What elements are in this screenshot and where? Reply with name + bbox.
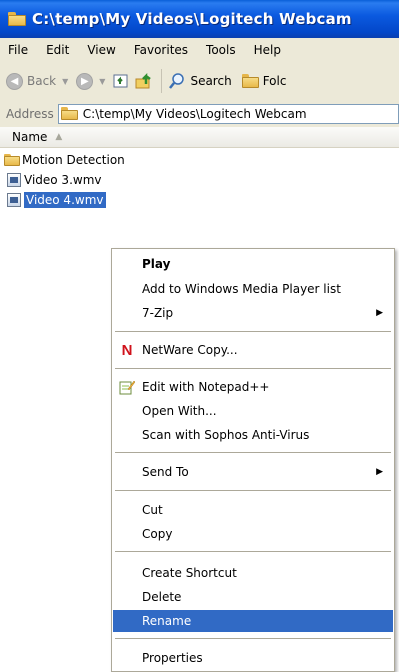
menu-help[interactable]: Help: [245, 43, 290, 57]
menu-item-7zip[interactable]: 7-Zip ▶: [113, 302, 393, 324]
menu-item-label: NetWare Copy...: [142, 343, 238, 357]
toolbar: ◀ Back ▼ ▶ ▼ Search Folc: [0, 62, 399, 101]
back-label: Back: [27, 74, 57, 88]
context-menu: Play Add to Windows Media Player list 7-…: [111, 248, 395, 672]
folder-up-arrow-button[interactable]: [135, 72, 153, 90]
menu-item-label: 7-Zip: [142, 306, 174, 320]
menu-item-label: Cut: [142, 503, 163, 517]
menu-item-play[interactable]: Play: [113, 253, 393, 275]
list-item[interactable]: Video 3.wmv: [0, 170, 399, 190]
search-button[interactable]: Search: [168, 72, 232, 90]
menu-item-label: Scan with Sophos Anti-Virus: [142, 428, 310, 442]
menu-item-label: Properties: [142, 651, 203, 665]
menu-separator: [115, 551, 391, 552]
folders-icon: [241, 74, 259, 88]
file-name: Video 3.wmv: [24, 173, 102, 187]
search-label: Search: [190, 74, 232, 88]
title-bar[interactable]: C:\temp\My Videos\Logitech Webcam: [0, 0, 399, 38]
menu-item-cut[interactable]: Cut: [113, 499, 393, 521]
menu-item-label: Send To: [142, 465, 189, 479]
menu-item-label: Delete: [142, 590, 182, 604]
menu-item-send-to[interactable]: Send To ▶: [113, 461, 393, 483]
back-dropdown-icon[interactable]: ▼: [62, 77, 68, 86]
column-header: Name ▲: [0, 127, 399, 148]
window-title: C:\temp\My Videos\Logitech Webcam: [32, 10, 352, 28]
list-item[interactable]: Motion Detection: [0, 150, 399, 170]
submenu-arrow-icon: ▶: [376, 308, 383, 318]
file-name: Motion Detection: [22, 153, 125, 167]
folder-icon: [4, 153, 20, 167]
menu-item-label: Copy: [142, 527, 173, 541]
address-label: Address: [6, 106, 54, 121]
menu-item-scan-sophos[interactable]: Scan with Sophos Anti-Virus: [113, 424, 393, 446]
netware-icon: N: [121, 341, 133, 359]
menu-bar: File Edit View Favorites Tools Help: [0, 38, 399, 63]
menu-tools[interactable]: Tools: [197, 43, 245, 57]
toolbar-separator: [161, 69, 163, 93]
menu-item-rename[interactable]: Rename: [113, 610, 393, 632]
menu-file[interactable]: File: [0, 43, 37, 57]
video-file-icon: [7, 193, 21, 207]
folder-icon: [60, 107, 78, 120]
address-input[interactable]: C:\temp\My Videos\Logitech Webcam: [57, 103, 399, 124]
menu-separator: [115, 638, 391, 639]
menu-item-delete[interactable]: Delete: [113, 586, 393, 608]
menu-item-label: Add to Windows Media Player list: [142, 282, 341, 296]
sort-ascending-icon: ▲: [55, 132, 63, 142]
menu-item-create-shortcut[interactable]: Create Shortcut: [113, 562, 393, 584]
up-folder-icon: [113, 74, 128, 88]
address-path: C:\temp\My Videos\Logitech Webcam: [82, 106, 307, 121]
menu-item-add-to-wmp-list[interactable]: Add to Windows Media Player list: [113, 278, 393, 300]
video-file-icon: [7, 173, 21, 187]
column-name-header[interactable]: Name: [0, 130, 47, 144]
menu-view[interactable]: View: [78, 43, 124, 57]
menu-separator: [115, 452, 391, 453]
forward-arrow-icon: ▶: [76, 72, 94, 90]
menu-item-label: Open With...: [142, 404, 217, 418]
folders-label: Folc: [262, 74, 287, 88]
file-list: Motion Detection Video 3.wmv Video 4.wmv: [0, 150, 399, 210]
up-arrow-icon: [135, 72, 152, 89]
menu-item-open-with[interactable]: Open With...: [113, 400, 393, 422]
menu-separator: [115, 490, 391, 491]
menu-edit[interactable]: Edit: [37, 43, 78, 57]
menu-item-label: Play: [142, 257, 171, 271]
search-icon: [169, 73, 185, 89]
menu-item-netware-copy[interactable]: N NetWare Copy...: [113, 339, 393, 361]
menu-item-copy[interactable]: Copy: [113, 523, 393, 545]
up-folder-button[interactable]: [113, 73, 129, 89]
menu-item-properties[interactable]: Properties: [113, 647, 393, 669]
back-button[interactable]: ◀ Back: [6, 72, 57, 90]
menu-separator: [115, 368, 391, 369]
menu-favorites[interactable]: Favorites: [125, 43, 197, 57]
address-bar: Address C:\temp\My Videos\Logitech Webca…: [0, 100, 399, 128]
folders-button[interactable]: Folc: [241, 74, 287, 88]
menu-item-edit-with-notepadpp[interactable]: Edit with Notepad++: [113, 376, 393, 398]
menu-item-label: Create Shortcut: [142, 566, 237, 580]
menu-item-label: Rename: [142, 614, 192, 628]
menu-item-label: Edit with Notepad++: [142, 380, 270, 394]
list-item[interactable]: Video 4.wmv: [0, 190, 399, 210]
forward-dropdown-icon[interactable]: ▼: [99, 77, 105, 86]
folder-icon: [8, 12, 26, 26]
forward-button[interactable]: ▶: [76, 72, 97, 90]
menu-separator: [115, 331, 391, 332]
notepadpp-icon: [119, 379, 135, 395]
back-arrow-icon: ◀: [6, 72, 23, 90]
file-name: Video 4.wmv: [24, 192, 106, 208]
submenu-arrow-icon: ▶: [376, 467, 383, 477]
